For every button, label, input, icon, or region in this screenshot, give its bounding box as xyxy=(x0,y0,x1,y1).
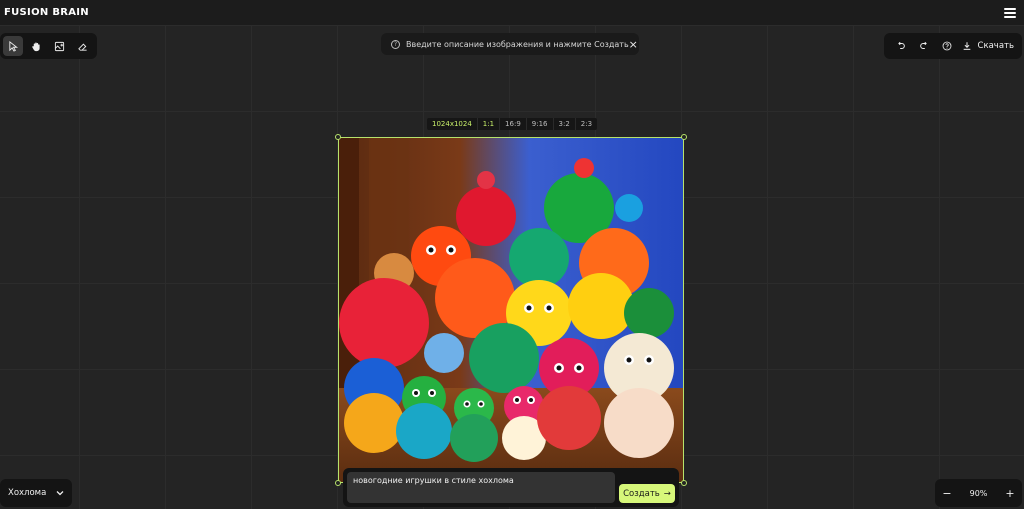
style-select-value: Хохлома xyxy=(8,488,47,498)
chevron-down-icon xyxy=(56,491,64,496)
zoom-in-button[interactable]: + xyxy=(1004,487,1016,500)
tool-add-image[interactable] xyxy=(49,36,69,56)
hint-banner: ? Введите описание изображения и нажмите… xyxy=(381,33,639,55)
create-button[interactable]: Создать → xyxy=(619,484,675,503)
prompt-panel: новогодние игрушки в стиле хохлома Созда… xyxy=(343,468,679,507)
zoom-control: − 90% + xyxy=(935,479,1022,507)
add-image-icon xyxy=(54,41,64,51)
help-button[interactable] xyxy=(938,37,956,55)
create-button-label: Создать xyxy=(623,488,660,499)
ratio-option[interactable]: 16:9 xyxy=(500,118,527,130)
ratio-option[interactable]: 2:3 xyxy=(576,118,597,130)
zoom-out-button[interactable]: − xyxy=(941,487,953,500)
undo-icon xyxy=(898,41,905,49)
ratio-option[interactable]: 3:2 xyxy=(554,118,576,130)
app-logo[interactable]: FUSION BRAIN xyxy=(4,7,89,18)
generated-image-frame[interactable] xyxy=(338,137,684,483)
hamburger-menu-icon[interactable] xyxy=(1004,7,1016,18)
cursor-icon xyxy=(8,40,18,52)
aspect-ratio-selector: 1024x1024 1:1 16:9 9:16 3:2 2:3 xyxy=(427,118,598,130)
info-icon: ? xyxy=(391,39,400,49)
redo-button[interactable] xyxy=(915,37,933,55)
arrow-right-icon: → xyxy=(663,488,671,499)
image-size-label: 1024x1024 xyxy=(427,118,478,130)
redo-icon xyxy=(920,41,927,49)
top-bar: FUSION BRAIN xyxy=(0,0,1024,25)
resize-handle-top-left[interactable] xyxy=(335,134,341,140)
style-select[interactable]: Хохлома xyxy=(0,479,72,507)
prompt-input[interactable]: новогодние игрушки в стиле хохлома xyxy=(347,472,615,503)
tool-eraser[interactable] xyxy=(72,36,92,56)
hand-icon xyxy=(31,42,40,51)
help-icon xyxy=(942,41,952,51)
resize-handle-bottom-left[interactable] xyxy=(335,480,341,486)
ratio-option[interactable]: 1:1 xyxy=(478,118,501,130)
tool-panel xyxy=(0,33,97,59)
tool-select[interactable] xyxy=(3,36,23,56)
actions-panel: Скачать xyxy=(884,33,1022,59)
generated-image xyxy=(339,138,683,482)
close-hint-button[interactable]: × xyxy=(629,39,638,50)
zoom-level: 90% xyxy=(969,488,988,498)
tool-hand[interactable] xyxy=(26,36,46,56)
download-label: Скачать xyxy=(977,41,1014,51)
ratio-option[interactable]: 9:16 xyxy=(527,118,554,130)
eraser-icon xyxy=(77,43,87,51)
resize-handle-bottom-right[interactable] xyxy=(681,480,687,486)
hint-text: Введите описание изображения и нажмите С… xyxy=(406,39,629,49)
download-icon xyxy=(963,42,970,50)
undo-button[interactable] xyxy=(892,37,910,55)
resize-handle-top-right[interactable] xyxy=(681,134,687,140)
download-button[interactable]: Скачать xyxy=(962,41,1014,51)
